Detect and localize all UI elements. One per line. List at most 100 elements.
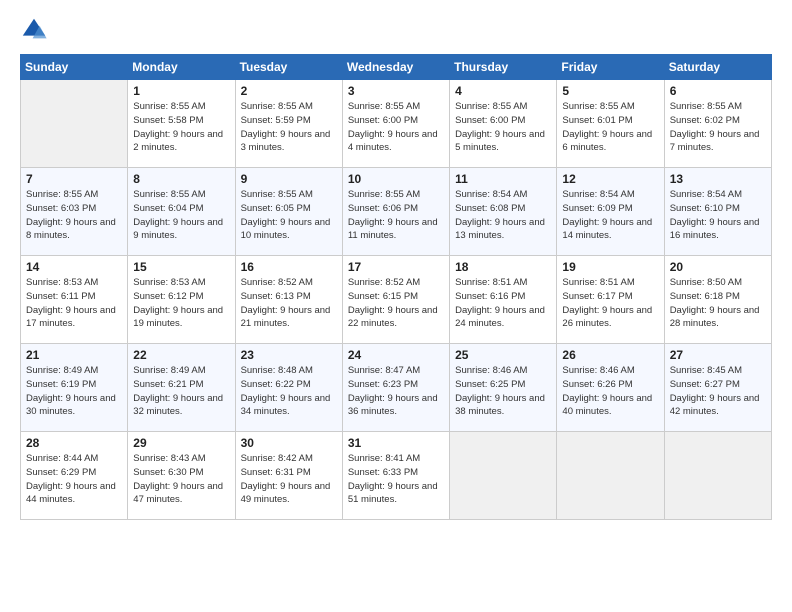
day-info: Sunrise: 8:53 AMSunset: 6:12 PMDaylight:…: [133, 277, 223, 329]
day-info: Sunrise: 8:55 AMSunset: 6:00 PMDaylight:…: [455, 101, 545, 153]
calendar-cell: 19 Sunrise: 8:51 AMSunset: 6:17 PMDaylig…: [557, 256, 664, 344]
calendar-cell: 23 Sunrise: 8:48 AMSunset: 6:22 PMDaylig…: [235, 344, 342, 432]
day-number: 4: [455, 84, 551, 98]
calendar-week: 21 Sunrise: 8:49 AMSunset: 6:19 PMDaylig…: [21, 344, 772, 432]
day-info: Sunrise: 8:41 AMSunset: 6:33 PMDaylight:…: [348, 453, 438, 505]
calendar-cell: 18 Sunrise: 8:51 AMSunset: 6:16 PMDaylig…: [450, 256, 557, 344]
weekday-header: Tuesday: [235, 55, 342, 80]
calendar-week: 7 Sunrise: 8:55 AMSunset: 6:03 PMDayligh…: [21, 168, 772, 256]
day-info: Sunrise: 8:55 AMSunset: 5:59 PMDaylight:…: [241, 101, 331, 153]
day-number: 29: [133, 436, 229, 450]
day-number: 9: [241, 172, 337, 186]
day-number: 21: [26, 348, 122, 362]
calendar-cell: 13 Sunrise: 8:54 AMSunset: 6:10 PMDaylig…: [664, 168, 771, 256]
day-info: Sunrise: 8:47 AMSunset: 6:23 PMDaylight:…: [348, 365, 438, 417]
day-number: 8: [133, 172, 229, 186]
header: [20, 16, 772, 44]
day-info: Sunrise: 8:51 AMSunset: 6:16 PMDaylight:…: [455, 277, 545, 329]
day-number: 15: [133, 260, 229, 274]
day-info: Sunrise: 8:54 AMSunset: 6:09 PMDaylight:…: [562, 189, 652, 241]
day-info: Sunrise: 8:55 AMSunset: 6:04 PMDaylight:…: [133, 189, 223, 241]
calendar-cell: 10 Sunrise: 8:55 AMSunset: 6:06 PMDaylig…: [342, 168, 449, 256]
calendar-cell: 14 Sunrise: 8:53 AMSunset: 6:11 PMDaylig…: [21, 256, 128, 344]
calendar-cell: 16 Sunrise: 8:52 AMSunset: 6:13 PMDaylig…: [235, 256, 342, 344]
calendar-cell: 25 Sunrise: 8:46 AMSunset: 6:25 PMDaylig…: [450, 344, 557, 432]
calendar-cell: 1 Sunrise: 8:55 AMSunset: 5:58 PMDayligh…: [128, 80, 235, 168]
calendar-cell: 31 Sunrise: 8:41 AMSunset: 6:33 PMDaylig…: [342, 432, 449, 520]
day-info: Sunrise: 8:52 AMSunset: 6:15 PMDaylight:…: [348, 277, 438, 329]
weekday-header: Saturday: [664, 55, 771, 80]
calendar-cell: 15 Sunrise: 8:53 AMSunset: 6:12 PMDaylig…: [128, 256, 235, 344]
day-number: 17: [348, 260, 444, 274]
calendar-cell: 5 Sunrise: 8:55 AMSunset: 6:01 PMDayligh…: [557, 80, 664, 168]
day-number: 13: [670, 172, 766, 186]
calendar-cell: 26 Sunrise: 8:46 AMSunset: 6:26 PMDaylig…: [557, 344, 664, 432]
calendar-cell: [21, 80, 128, 168]
day-number: 5: [562, 84, 658, 98]
logo-icon: [20, 16, 48, 44]
calendar-cell: 21 Sunrise: 8:49 AMSunset: 6:19 PMDaylig…: [21, 344, 128, 432]
day-number: 22: [133, 348, 229, 362]
calendar-cell: 2 Sunrise: 8:55 AMSunset: 5:59 PMDayligh…: [235, 80, 342, 168]
day-info: Sunrise: 8:49 AMSunset: 6:21 PMDaylight:…: [133, 365, 223, 417]
day-info: Sunrise: 8:43 AMSunset: 6:30 PMDaylight:…: [133, 453, 223, 505]
day-number: 20: [670, 260, 766, 274]
calendar-cell: 6 Sunrise: 8:55 AMSunset: 6:02 PMDayligh…: [664, 80, 771, 168]
weekday-header: Friday: [557, 55, 664, 80]
day-info: Sunrise: 8:53 AMSunset: 6:11 PMDaylight:…: [26, 277, 116, 329]
day-number: 27: [670, 348, 766, 362]
day-info: Sunrise: 8:49 AMSunset: 6:19 PMDaylight:…: [26, 365, 116, 417]
day-number: 2: [241, 84, 337, 98]
day-info: Sunrise: 8:50 AMSunset: 6:18 PMDaylight:…: [670, 277, 760, 329]
day-number: 18: [455, 260, 551, 274]
day-number: 28: [26, 436, 122, 450]
day-info: Sunrise: 8:45 AMSunset: 6:27 PMDaylight:…: [670, 365, 760, 417]
calendar-week: 28 Sunrise: 8:44 AMSunset: 6:29 PMDaylig…: [21, 432, 772, 520]
calendar-cell: 22 Sunrise: 8:49 AMSunset: 6:21 PMDaylig…: [128, 344, 235, 432]
calendar-cell: [557, 432, 664, 520]
day-info: Sunrise: 8:44 AMSunset: 6:29 PMDaylight:…: [26, 453, 116, 505]
day-number: 11: [455, 172, 551, 186]
day-info: Sunrise: 8:55 AMSunset: 6:06 PMDaylight:…: [348, 189, 438, 241]
day-number: 14: [26, 260, 122, 274]
calendar-cell: 4 Sunrise: 8:55 AMSunset: 6:00 PMDayligh…: [450, 80, 557, 168]
day-number: 3: [348, 84, 444, 98]
weekday-header: Monday: [128, 55, 235, 80]
day-number: 26: [562, 348, 658, 362]
day-info: Sunrise: 8:42 AMSunset: 6:31 PMDaylight:…: [241, 453, 331, 505]
calendar-cell: 3 Sunrise: 8:55 AMSunset: 6:00 PMDayligh…: [342, 80, 449, 168]
day-info: Sunrise: 8:55 AMSunset: 5:58 PMDaylight:…: [133, 101, 223, 153]
calendar-cell: 28 Sunrise: 8:44 AMSunset: 6:29 PMDaylig…: [21, 432, 128, 520]
weekday-row: SundayMondayTuesdayWednesdayThursdayFrid…: [21, 55, 772, 80]
day-info: Sunrise: 8:46 AMSunset: 6:25 PMDaylight:…: [455, 365, 545, 417]
day-info: Sunrise: 8:55 AMSunset: 6:02 PMDaylight:…: [670, 101, 760, 153]
weekday-header: Wednesday: [342, 55, 449, 80]
day-number: 10: [348, 172, 444, 186]
day-number: 31: [348, 436, 444, 450]
day-info: Sunrise: 8:52 AMSunset: 6:13 PMDaylight:…: [241, 277, 331, 329]
day-number: 23: [241, 348, 337, 362]
day-number: 7: [26, 172, 122, 186]
day-info: Sunrise: 8:48 AMSunset: 6:22 PMDaylight:…: [241, 365, 331, 417]
calendar-cell: 20 Sunrise: 8:50 AMSunset: 6:18 PMDaylig…: [664, 256, 771, 344]
calendar-cell: 17 Sunrise: 8:52 AMSunset: 6:15 PMDaylig…: [342, 256, 449, 344]
day-number: 16: [241, 260, 337, 274]
weekday-header: Sunday: [21, 55, 128, 80]
day-info: Sunrise: 8:54 AMSunset: 6:10 PMDaylight:…: [670, 189, 760, 241]
day-number: 1: [133, 84, 229, 98]
day-info: Sunrise: 8:55 AMSunset: 6:05 PMDaylight:…: [241, 189, 331, 241]
calendar-body: 1 Sunrise: 8:55 AMSunset: 5:58 PMDayligh…: [21, 80, 772, 520]
calendar-cell: 9 Sunrise: 8:55 AMSunset: 6:05 PMDayligh…: [235, 168, 342, 256]
day-number: 12: [562, 172, 658, 186]
day-info: Sunrise: 8:55 AMSunset: 6:00 PMDaylight:…: [348, 101, 438, 153]
calendar-cell: [664, 432, 771, 520]
day-info: Sunrise: 8:46 AMSunset: 6:26 PMDaylight:…: [562, 365, 652, 417]
calendar-week: 1 Sunrise: 8:55 AMSunset: 5:58 PMDayligh…: [21, 80, 772, 168]
calendar-cell: 27 Sunrise: 8:45 AMSunset: 6:27 PMDaylig…: [664, 344, 771, 432]
calendar-week: 14 Sunrise: 8:53 AMSunset: 6:11 PMDaylig…: [21, 256, 772, 344]
page: SundayMondayTuesdayWednesdayThursdayFrid…: [0, 0, 792, 612]
day-info: Sunrise: 8:55 AMSunset: 6:03 PMDaylight:…: [26, 189, 116, 241]
calendar: SundayMondayTuesdayWednesdayThursdayFrid…: [20, 54, 772, 520]
calendar-cell: 30 Sunrise: 8:42 AMSunset: 6:31 PMDaylig…: [235, 432, 342, 520]
logo: [20, 16, 52, 44]
